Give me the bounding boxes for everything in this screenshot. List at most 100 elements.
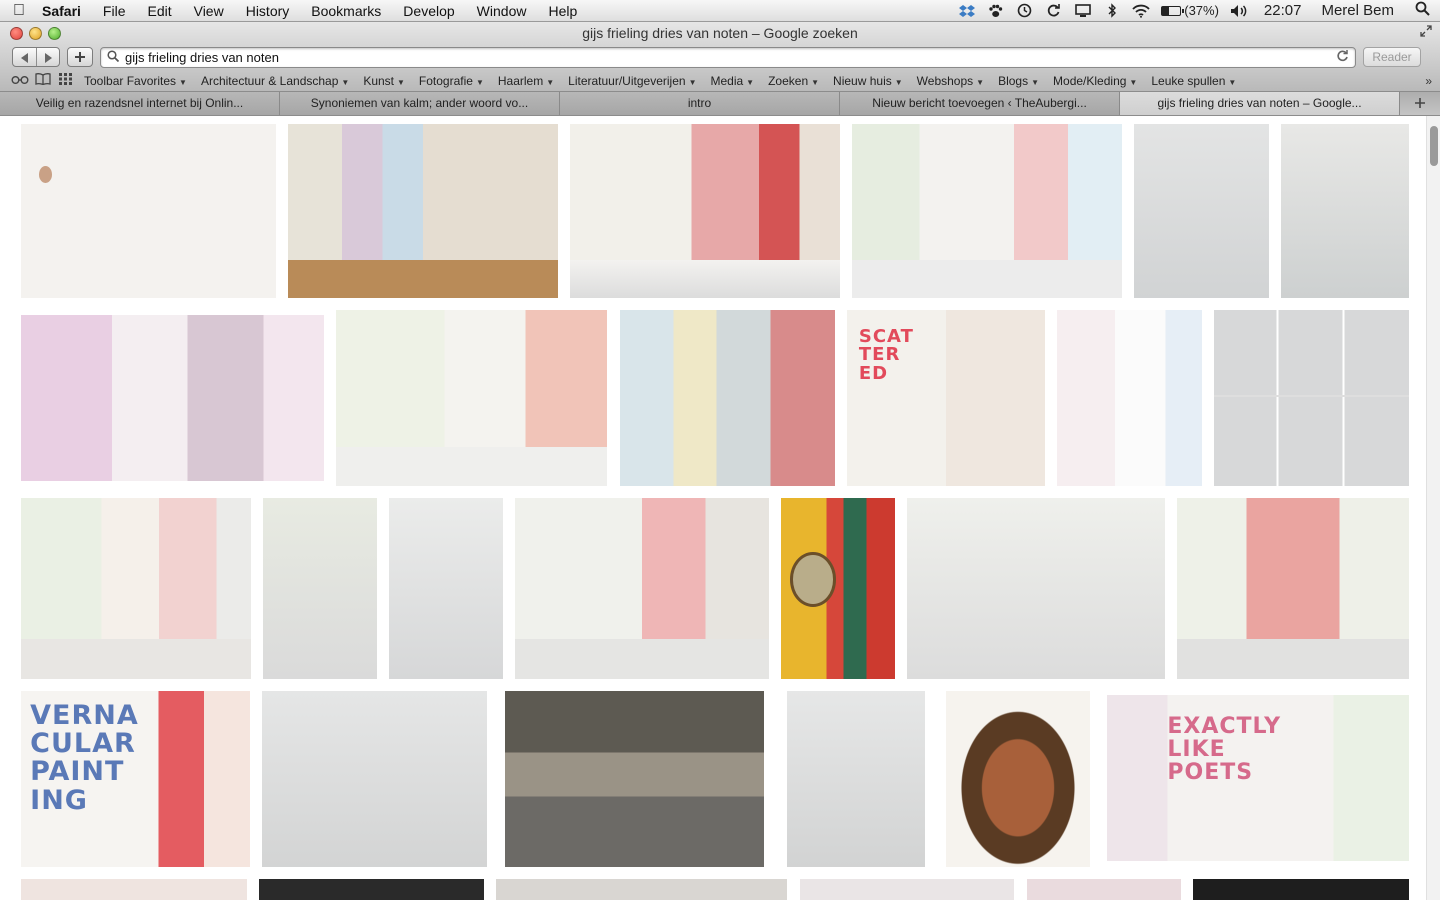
image-result[interactable] [570, 124, 840, 298]
menu-clock[interactable]: 22:07 [1254, 2, 1312, 19]
image-result[interactable] [852, 124, 1122, 298]
scrollbar-thumb[interactable] [1430, 126, 1438, 166]
image-result[interactable] [505, 691, 764, 867]
wifi-icon[interactable] [1126, 0, 1155, 22]
image-result[interactable] [907, 498, 1165, 679]
image-result[interactable] [336, 310, 607, 486]
image-result[interactable] [787, 691, 925, 867]
back-arrow-icon [21, 53, 28, 63]
image-result[interactable] [21, 315, 324, 481]
bookmarks-book-icon[interactable] [31, 73, 54, 88]
tab[interactable]: Synoniemen van kalm; ander woord vo... [280, 92, 560, 115]
image-result[interactable] [259, 879, 484, 900]
menu-window[interactable]: Window [466, 0, 538, 22]
app-menu[interactable]: Safari [38, 0, 92, 22]
battery-icon [1161, 5, 1185, 16]
bookmark-folder[interactable]: Kunst ▼ [356, 74, 412, 88]
image-result[interactable] [620, 310, 835, 486]
menu-history[interactable]: History [235, 0, 301, 22]
bookmark-folder[interactable]: Toolbar Favorites ▼ [77, 74, 194, 88]
battery-indicator[interactable]: (37%) [1155, 3, 1225, 18]
sync-icon[interactable] [1039, 0, 1068, 22]
image-result[interactable] [1193, 879, 1409, 900]
bluetooth-icon[interactable] [1097, 0, 1126, 22]
user-menu[interactable]: Merel Bem [1311, 2, 1404, 19]
bookmark-folder[interactable]: Webshops ▼ [910, 74, 991, 88]
volume-icon[interactable] [1225, 0, 1254, 22]
tab[interactable]: Nieuw bericht toevoegen ‹ TheAubergi... [840, 92, 1120, 115]
menu-bookmarks[interactable]: Bookmarks [300, 0, 392, 22]
image-result[interactable] [781, 498, 895, 679]
bookmark-folder[interactable]: Fotografie ▼ [412, 74, 491, 88]
menu-edit[interactable]: Edit [136, 0, 182, 22]
menu-file[interactable]: File [92, 0, 137, 22]
more-bookmarks-icon[interactable]: » [1425, 74, 1432, 88]
bookmark-folder[interactable]: Blogs ▼ [991, 74, 1046, 88]
new-tab-button[interactable] [1400, 92, 1440, 115]
image-result[interactable] [496, 879, 787, 900]
address-bar[interactable]: gijs frieling dries van noten [100, 46, 1356, 68]
bookmark-folder[interactable]: Leuke spullen ▼ [1144, 74, 1243, 88]
search-icon [107, 49, 120, 65]
fullscreen-icon[interactable] [1420, 25, 1432, 40]
navigation-buttons [12, 47, 60, 67]
menu-help[interactable]: Help [537, 0, 588, 22]
bookmarks-bar: Toolbar Favorites ▼ Architectuur & Landsc… [0, 70, 1440, 91]
bookmark-folder[interactable]: Mode/Kleding ▼ [1046, 74, 1144, 88]
display-icon[interactable] [1068, 0, 1097, 22]
image-results: SCAT TER ED VERNA CULAR PAINT ING EXACTLY LIKE… [0, 116, 1440, 900]
apple-menu-icon[interactable]:  [0, 2, 38, 20]
chevron-down-icon: ▼ [179, 77, 187, 87]
menu-view[interactable]: View [183, 0, 235, 22]
image-result[interactable] [263, 498, 377, 679]
chevron-down-icon: ▼ [976, 77, 985, 87]
image-result[interactable] [1281, 124, 1409, 298]
image-result[interactable]: SCAT TER ED [847, 310, 1045, 486]
image-result[interactable] [1214, 310, 1409, 486]
scatter-print-text: SCAT TER ED [858, 325, 914, 385]
time-machine-icon[interactable] [1010, 0, 1039, 22]
dropbox-icon[interactable] [952, 0, 981, 22]
tab[interactable]: Veilig en razendsnel internet bij Onlin.… [0, 92, 280, 115]
image-result[interactable] [1057, 310, 1202, 486]
tab-bar: Veilig en razendsnel internet bij Onlin.… [0, 92, 1440, 116]
tab-active[interactable]: gijs frieling dries van noten – Google..… [1120, 92, 1400, 115]
reader-button[interactable]: Reader [1363, 47, 1421, 67]
bookmark-folder[interactable]: Nieuw huis ▼ [826, 74, 910, 88]
image-result[interactable] [389, 498, 503, 679]
chevron-down-icon: ▼ [1228, 77, 1237, 87]
spotlight-icon[interactable] [1404, 1, 1440, 20]
image-result[interactable]: VERNA CULAR PAINT ING [21, 691, 250, 867]
image-result[interactable] [21, 124, 276, 298]
reload-icon[interactable] [1336, 49, 1349, 65]
image-result[interactable] [1134, 124, 1269, 298]
image-result[interactable] [21, 498, 251, 679]
chevron-down-icon: ▼ [397, 77, 405, 87]
back-button[interactable] [13, 48, 36, 66]
image-result[interactable] [946, 691, 1090, 867]
reading-list-icon[interactable] [8, 73, 31, 88]
forward-button[interactable] [36, 48, 59, 66]
chevron-down-icon: ▼ [1031, 77, 1040, 87]
image-result[interactable] [1027, 879, 1181, 900]
image-result[interactable] [515, 498, 769, 679]
bookmark-folder[interactable]: Zoeken ▼ [761, 74, 826, 88]
add-bookmark-button[interactable] [67, 47, 93, 67]
image-result[interactable] [800, 879, 1014, 900]
image-result[interactable]: EXACTLY LIKE POETS [1107, 695, 1409, 861]
tab[interactable]: intro [560, 92, 840, 115]
bookmark-folder[interactable]: Media ▼ [703, 74, 761, 88]
bookmark-folder[interactable]: Haarlem ▼ [491, 74, 561, 88]
image-result[interactable] [262, 691, 487, 867]
chevron-down-icon: ▼ [1129, 77, 1138, 87]
image-result[interactable] [1177, 498, 1409, 679]
image-result[interactable] [21, 879, 247, 900]
vertical-scrollbar[interactable] [1426, 116, 1440, 900]
bookmark-folder[interactable]: Literatuur/Uitgeverijen ▼ [561, 74, 703, 88]
menu-develop[interactable]: Develop [392, 0, 465, 22]
bookmark-folder[interactable]: Architectuur & Landschap ▼ [194, 74, 356, 88]
address-input[interactable]: gijs frieling dries van noten [125, 50, 1336, 65]
top-sites-grid-icon[interactable] [54, 73, 77, 88]
image-result[interactable] [288, 124, 558, 298]
paw-icon[interactable] [981, 0, 1010, 22]
